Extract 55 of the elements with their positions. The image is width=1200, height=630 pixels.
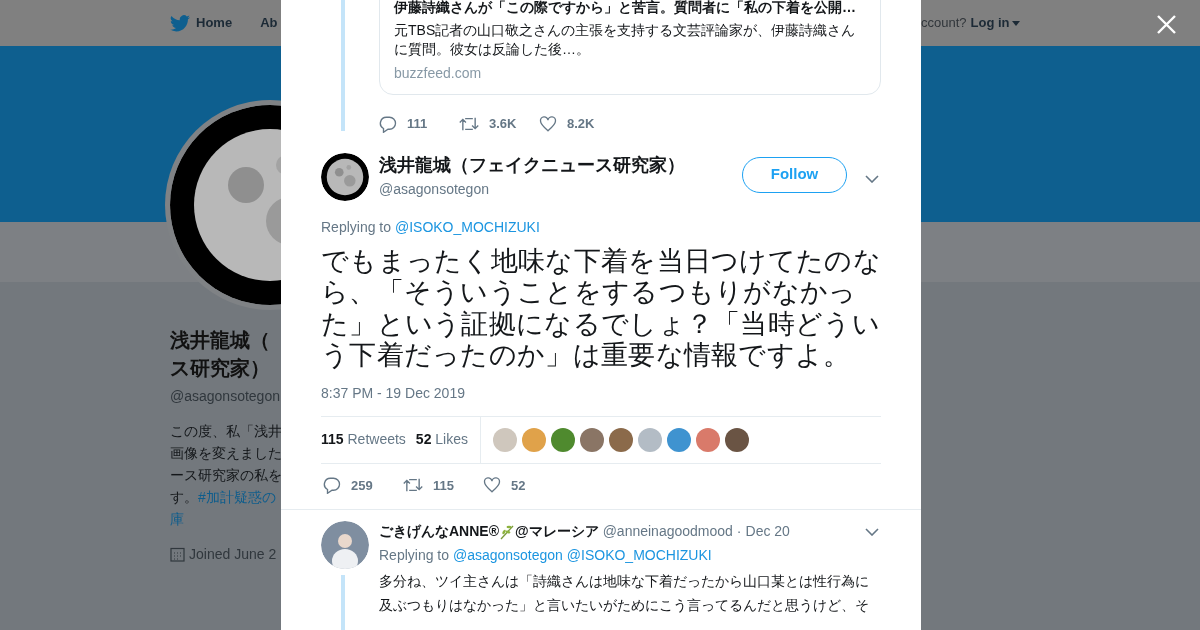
stat-label[interactable]: Retweets [347, 431, 406, 447]
account-prompt: ccount? [921, 14, 967, 33]
tweet-date[interactable]: Dec 20 [745, 521, 790, 542]
action-count: 52 [511, 476, 526, 495]
card-domain: buzzfeed.com [394, 64, 483, 83]
action-count: 115 [433, 476, 454, 495]
profile-handle: @asagonsotegon [170, 387, 281, 406]
nav-link[interactable]: Home [170, 13, 233, 33]
separator: · [736, 522, 742, 541]
card-description: 元TBS記者の山口敬之さんの主張を支持する文芸評論家が、伊藤詩織さんに質問。彼女は反論した後…。 [394, 21, 857, 59]
reply-icon[interactable] [323, 476, 341, 495]
bio-text: この度、私「浅井 [170, 423, 281, 439]
tweet-time[interactable]: 8:37 PM - 19 Dec 2019 [321, 382, 881, 404]
author-handle[interactable]: @anneinagoodmood [602, 521, 733, 542]
heart-icon[interactable] [483, 476, 501, 495]
bird-icon [170, 14, 190, 32]
replying-label: Replying to [379, 547, 450, 563]
stat-count: 52 [415, 431, 432, 447]
tweet-text: でもまったく地味な下着を当日つけてたのなら、「そういうことをするつもりがなかった」という証拠になるでしょ？「当時どういう下着だったのか」は重要な情報ですよ。 [321, 245, 881, 372]
login-link[interactable]: Log in [970, 13, 1020, 33]
card-title: 伊藤詩織さんが「この際ですから」と苦言。質問者に「私の下着を公開… [394, 0, 857, 17]
caret-icon [1011, 20, 1020, 26]
avatar[interactable] [321, 152, 369, 201]
heart-icon[interactable] [539, 114, 557, 133]
stat-label[interactable]: Likes [435, 431, 468, 447]
avatar[interactable] [725, 427, 749, 452]
action-count: 111 [407, 115, 428, 133]
chevron-icon[interactable] [865, 527, 879, 536]
calendar-icon [170, 547, 185, 562]
joined-date: Joined June 2 [189, 545, 277, 564]
profile-name: 浅井龍城（ [170, 328, 271, 353]
close-icon[interactable] [1157, 15, 1176, 34]
author-name[interactable]: ごきげんなANNE® [379, 521, 499, 542]
mention-link[interactable]: @ISOKO_MOCHIZUKI [394, 218, 540, 235]
action-count: 3.6K [489, 115, 517, 133]
mention-link[interactable]: @asagonsotegon [452, 547, 563, 563]
action-count: 259 [351, 476, 373, 495]
replying-label: Replying to [321, 218, 392, 235]
link-card[interactable]: 伊藤詩織さんが「この際ですから」と苦言。質問者に「私の下着を公開… 元TBS記者の山口敬之さんの主張を支持する文芸評論家が、伊藤詩織さんに質問。彼女は反論した後…。 buzzfeed.com [379, 0, 881, 95]
bio-text: ース研究家の私を [170, 467, 281, 483]
author-handle[interactable]: @asagonsotegon [379, 178, 742, 200]
chevron-icon[interactable] [865, 175, 879, 184]
mention-link[interactable]: @ISOKO_MOCHIZUKI [566, 547, 712, 563]
bio-text: す。 [170, 489, 198, 505]
bio-text: 画像を変えました [170, 445, 281, 461]
reply-text: 多分ね、ツイ主さんは「詩織さんは地味な下着だったから山口某とは性行為に及ぶつもりはなかった」と言いたいがためにこう言ってるんだと思うけど、そ [379, 572, 870, 615]
profile-name: ス研究家） [170, 356, 271, 381]
stat-count: 115 [321, 431, 344, 447]
author-name[interactable]: 浅井龍城（フェイクニュース研究家） [379, 151, 742, 179]
leaf-icon [499, 523, 515, 540]
action-count: 8.2K [567, 115, 595, 133]
nav-link[interactable]: Ab [260, 13, 278, 33]
author-name[interactable]: @マレーシア [515, 521, 599, 542]
follow-button[interactable]: Follow [742, 156, 847, 193]
reply-icon[interactable] [379, 114, 397, 133]
